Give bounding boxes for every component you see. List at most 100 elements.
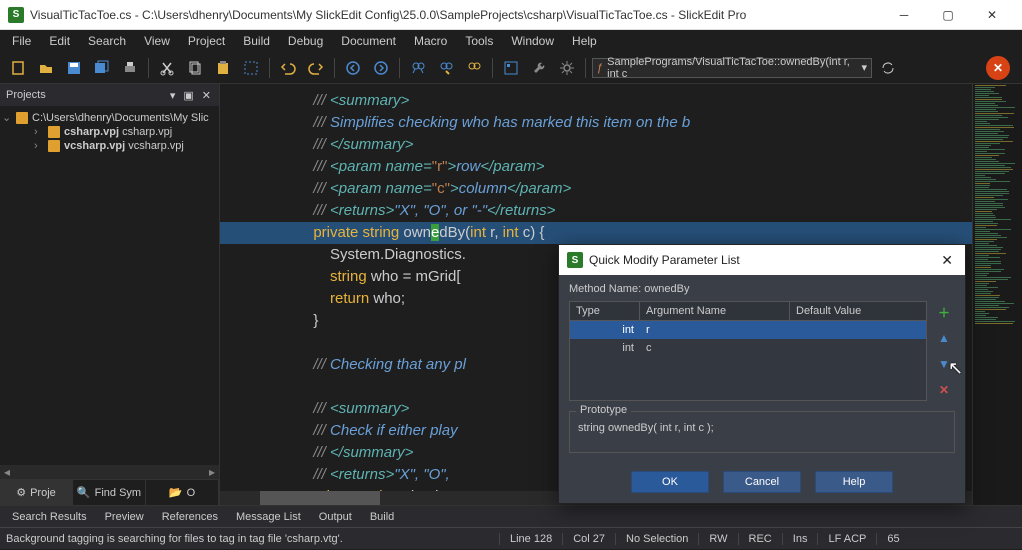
- bottom-tab-message-list[interactable]: Message List: [228, 509, 309, 525]
- menu-tools[interactable]: Tools: [457, 32, 501, 50]
- status-bar: Background tagging is searching for file…: [0, 527, 1022, 549]
- code-line[interactable]: /// <param name="r">row</param>: [220, 156, 972, 178]
- menu-edit[interactable]: Edit: [41, 32, 78, 50]
- param-type: int: [570, 339, 640, 357]
- context-text: SamplePrograms/VisualTicTacToe::ownedBy(…: [607, 56, 861, 80]
- open-button[interactable]: [34, 56, 58, 80]
- chevron-right-icon[interactable]: ›: [34, 126, 44, 138]
- menu-window[interactable]: Window: [503, 32, 562, 50]
- find-button[interactable]: [406, 56, 430, 80]
- tab-label: Find Sym: [95, 487, 141, 499]
- undo-button[interactable]: [276, 56, 300, 80]
- sidebar-hscrollbar[interactable]: ◂▸: [0, 465, 219, 479]
- cut-button[interactable]: [155, 56, 179, 80]
- param-type: int: [570, 321, 640, 339]
- save-all-button[interactable]: [90, 56, 114, 80]
- bottom-tab-search-results[interactable]: Search Results: [4, 509, 95, 525]
- refresh-button[interactable]: [876, 56, 900, 80]
- parameter-table[interactable]: Type Argument Name Default Value intrint…: [569, 301, 927, 401]
- menu-help[interactable]: Help: [564, 32, 605, 50]
- toolbar: ƒ SamplePrograms/VisualTicTacToe::ownedB…: [0, 52, 1022, 84]
- save-button[interactable]: [62, 56, 86, 80]
- param-row[interactable]: intr: [570, 321, 926, 339]
- sidebar-tab-o[interactable]: 📂O: [146, 480, 219, 505]
- tab-label: Proje: [30, 487, 56, 499]
- bottom-tab-references[interactable]: References: [154, 509, 226, 525]
- code-line[interactable]: /// Simplifies checking who has marked t…: [220, 112, 972, 134]
- code-line[interactable]: /// </summary>: [220, 134, 972, 156]
- sidebar-tab-find-sym[interactable]: 🔍 Find Sym: [73, 480, 146, 505]
- tab-icon: 🔍: [77, 486, 91, 499]
- window-title: VisualTicTacToe.cs - C:\Users\dhenry\Doc…: [30, 8, 882, 22]
- find-next-button[interactable]: [434, 56, 458, 80]
- wrench-button[interactable]: [527, 56, 551, 80]
- tree-item[interactable]: ›csharp.vpj csharp.vpj: [2, 125, 217, 139]
- minimap[interactable]: [972, 84, 1022, 505]
- add-param-button[interactable]: ＋: [933, 301, 955, 323]
- col-default[interactable]: Default Value: [790, 302, 926, 320]
- function-icon: ƒ: [597, 62, 603, 74]
- sidebar-tab-proje[interactable]: ⚙Proje: [0, 480, 73, 505]
- panel-menu-icon[interactable]: ▾: [168, 89, 178, 102]
- dialog-title-bar[interactable]: S Quick Modify Parameter List ✕: [559, 245, 965, 275]
- code-line[interactable]: private string ownedBy(int r, int c) {: [220, 222, 972, 244]
- panel-pin-icon[interactable]: ▣: [181, 89, 195, 102]
- copy-button[interactable]: [183, 56, 207, 80]
- maximize-button[interactable]: ▢: [926, 0, 970, 30]
- config-button[interactable]: [499, 56, 523, 80]
- select-button[interactable]: [239, 56, 263, 80]
- col-arg[interactable]: Argument Name: [640, 302, 790, 320]
- menu-file[interactable]: File: [4, 32, 39, 50]
- dialog-close-button[interactable]: ✕: [937, 252, 957, 269]
- back-button[interactable]: [341, 56, 365, 80]
- param-row[interactable]: intc: [570, 339, 926, 357]
- tree-root[interactable]: ⌄ C:\Users\dhenry\Documents\My Slic: [2, 110, 217, 125]
- code-line[interactable]: /// <param name="c">column</param>: [220, 178, 972, 200]
- code-line[interactable]: /// <summary>: [220, 90, 972, 112]
- find-prev-button[interactable]: [462, 56, 486, 80]
- move-down-button[interactable]: ▼: [933, 353, 955, 375]
- menu-project[interactable]: Project: [180, 32, 233, 50]
- projects-tree[interactable]: ⌄ C:\Users\dhenry\Documents\My Slic ›csh…: [0, 106, 219, 465]
- tree-root-label: C:\Users\dhenry\Documents\My Slic: [32, 112, 209, 124]
- panel-close-icon[interactable]: ✕: [200, 89, 213, 102]
- new-file-button[interactable]: [6, 56, 30, 80]
- dialog-icon: S: [567, 252, 583, 268]
- bottom-tab-preview[interactable]: Preview: [97, 509, 152, 525]
- chevron-right-icon[interactable]: ›: [34, 140, 44, 152]
- cancel-button[interactable]: Cancel: [723, 471, 801, 493]
- project-icon: [48, 140, 60, 152]
- context-dropdown[interactable]: ƒ SamplePrograms/VisualTicTacToe::ownedB…: [592, 58, 872, 78]
- help-button[interactable]: Help: [815, 471, 893, 493]
- menu-search[interactable]: Search: [80, 32, 134, 50]
- status-encoding: LF ACP: [818, 533, 877, 545]
- gear-button[interactable]: [555, 56, 579, 80]
- forward-button[interactable]: [369, 56, 393, 80]
- redo-button[interactable]: [304, 56, 328, 80]
- delete-param-button[interactable]: ✕: [933, 379, 955, 401]
- menu-document[interactable]: Document: [333, 32, 404, 50]
- chevron-down-icon[interactable]: ⌄: [2, 111, 12, 124]
- project-icon: [48, 126, 60, 138]
- menu-debug[interactable]: Debug: [280, 32, 331, 50]
- modify-parameter-dialog: S Quick Modify Parameter List ✕ Method N…: [558, 244, 966, 504]
- status-rec: REC: [739, 533, 783, 545]
- prototype-box: Prototype string ownedBy( int r, int c )…: [569, 411, 955, 453]
- stop-button[interactable]: ✕: [986, 56, 1010, 80]
- code-line[interactable]: /// <returns>"X", "O", or "-"</returns>: [220, 200, 972, 222]
- col-type[interactable]: Type: [570, 302, 640, 320]
- paste-button[interactable]: [211, 56, 235, 80]
- close-button[interactable]: ✕: [970, 0, 1014, 30]
- bottom-tab-build[interactable]: Build: [362, 509, 402, 525]
- move-up-button[interactable]: ▲: [933, 327, 955, 349]
- menu-bar: FileEditSearchViewProjectBuildDebugDocum…: [0, 30, 1022, 52]
- tree-item[interactable]: ›vcsharp.vpj vcsharp.vpj: [2, 139, 217, 153]
- menu-view[interactable]: View: [136, 32, 178, 50]
- menu-build[interactable]: Build: [235, 32, 278, 50]
- print-button[interactable]: [118, 56, 142, 80]
- bottom-tab-output[interactable]: Output: [311, 509, 360, 525]
- ok-button[interactable]: OK: [631, 471, 709, 493]
- menu-macro[interactable]: Macro: [406, 32, 455, 50]
- minimize-button[interactable]: ─: [882, 0, 926, 30]
- status-line: Line 128: [500, 533, 563, 545]
